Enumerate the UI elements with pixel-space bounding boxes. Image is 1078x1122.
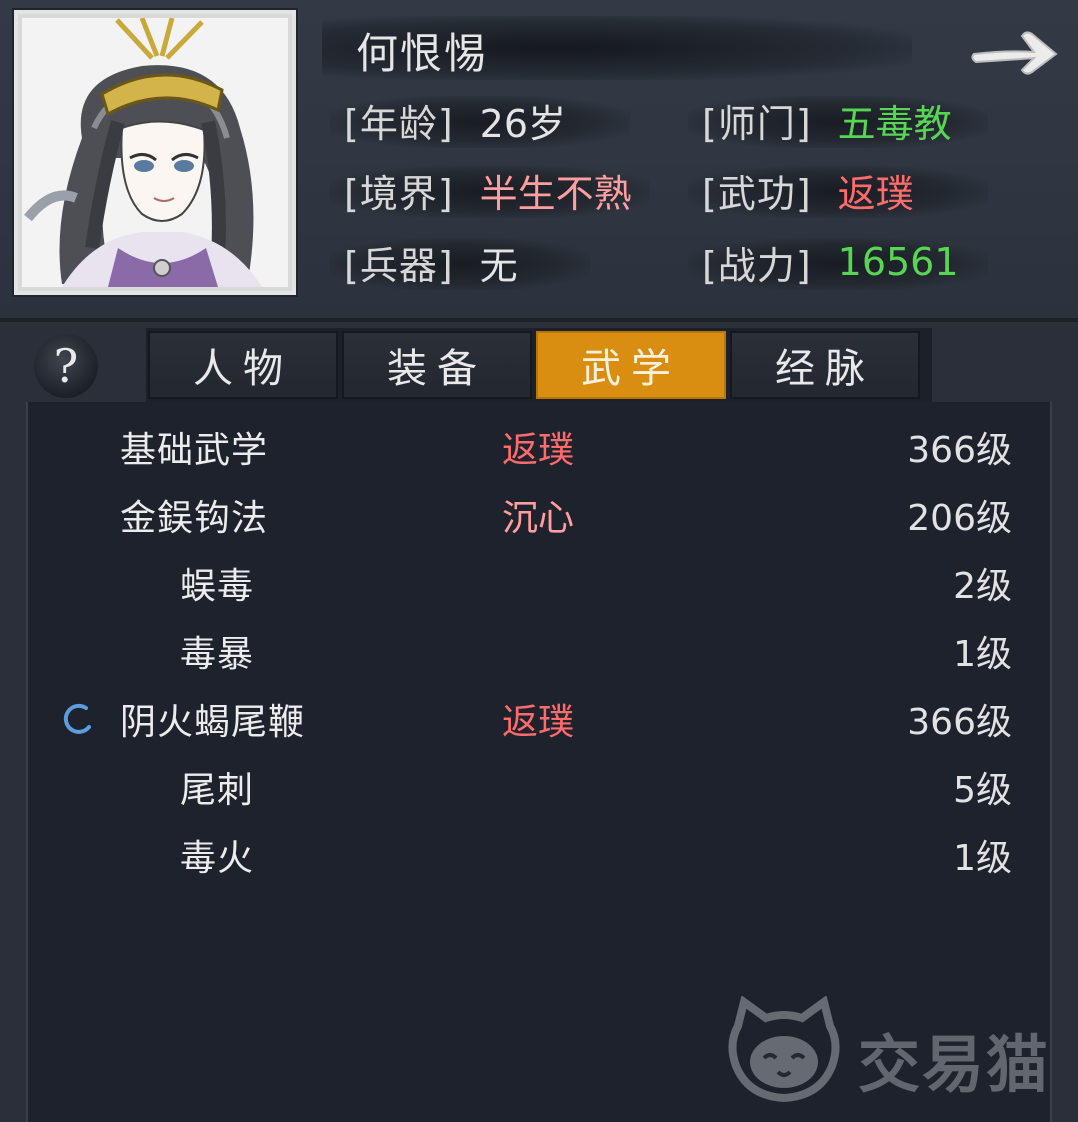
skill-name: 蜈毒 bbox=[180, 566, 255, 607]
skill-tag: 返璞 bbox=[502, 430, 575, 471]
watermark-text: 交易猫 bbox=[858, 1028, 1051, 1101]
attr-sect-value: 五毒教 bbox=[837, 101, 952, 146]
attr-sect: [师门] 五毒教 bbox=[688, 92, 988, 148]
sub-skill-row[interactable]: 毒暴 1级 bbox=[28, 618, 1050, 684]
skill-name: 尾刺 bbox=[180, 770, 255, 811]
attr-martial-art-value: 返璞 bbox=[837, 171, 914, 216]
attr-weapon: [兵器] 无 bbox=[330, 234, 590, 290]
skill-level: 1级 bbox=[953, 838, 1012, 879]
arrow-right-icon bbox=[971, 31, 1058, 75]
attr-martial-art-label: [武功] bbox=[702, 171, 812, 216]
skill-level: 366级 bbox=[907, 430, 1012, 471]
skill-tag: 沉心 bbox=[502, 498, 575, 539]
tab-equipment[interactable]: 装备 bbox=[342, 331, 532, 399]
tab-character[interactable]: 人物 bbox=[148, 331, 338, 399]
attr-age: [年龄] 26岁 bbox=[330, 92, 630, 148]
skill-row[interactable]: 基础武学 返璞 366级 bbox=[28, 414, 1050, 480]
attr-power-value: 16561 bbox=[837, 240, 959, 284]
attr-martial-art: [武功] 返璞 bbox=[688, 162, 988, 218]
tab-martial-arts[interactable]: 武学 bbox=[536, 331, 726, 399]
skill-level: 2级 bbox=[953, 566, 1012, 607]
skill-name: 金鋘钩法 bbox=[120, 498, 269, 539]
attr-realm-label: [境界] bbox=[344, 171, 454, 216]
skill-tag: 返璞 bbox=[502, 702, 575, 743]
portrait-frame bbox=[14, 10, 296, 295]
attr-power: [战力] 16561 bbox=[688, 234, 988, 290]
sub-skill-row[interactable]: 蜈毒 2级 bbox=[28, 550, 1050, 616]
attr-realm-value: 半生不熟 bbox=[479, 171, 632, 216]
cat-logo-icon bbox=[728, 996, 840, 1103]
skill-name: 毒火 bbox=[180, 838, 255, 879]
skill-row[interactable]: 金鋘钩法 沉心 206级 bbox=[28, 482, 1050, 548]
character-portrait bbox=[22, 18, 288, 287]
attr-power-label: [战力] bbox=[702, 243, 812, 288]
next-character-button[interactable] bbox=[968, 20, 1064, 84]
skill-name: 阴火蝎尾鞭 bbox=[120, 702, 306, 743]
attr-sect-label: [师门] bbox=[702, 101, 812, 146]
attr-weapon-value: 无 bbox=[479, 243, 518, 288]
sub-skill-row[interactable]: 毒火 1级 bbox=[28, 822, 1050, 888]
question-mark-icon: ? bbox=[53, 339, 79, 393]
skill-level: 206级 bbox=[907, 498, 1012, 539]
help-button[interactable]: ? bbox=[34, 334, 98, 398]
sub-skill-row[interactable]: 尾刺 5级 bbox=[28, 754, 1050, 820]
attr-age-value: 26岁 bbox=[479, 101, 567, 146]
tab-meridians[interactable]: 经脉 bbox=[730, 331, 920, 399]
equipped-spinner-icon bbox=[63, 703, 91, 734]
attr-realm: [境界] 半生不熟 bbox=[330, 162, 650, 218]
skill-name: 基础武学 bbox=[120, 430, 269, 471]
attr-age-label: [年龄] bbox=[344, 101, 454, 146]
character-name: 何恨惕 bbox=[356, 29, 489, 78]
skill-name: 毒暴 bbox=[180, 634, 255, 675]
skill-level: 366级 bbox=[907, 702, 1012, 743]
attr-weapon-label: [兵器] bbox=[344, 243, 454, 288]
tab-bar: 人物 装备 武学 经脉 bbox=[146, 328, 932, 402]
skill-row[interactable]: 阴火蝎尾鞭 返璞 366级 bbox=[28, 686, 1050, 752]
character-header: 何恨惕 [年龄] 26岁 [师门] 五毒教 [境界] 半生不熟 [武功] 返璞 … bbox=[0, 0, 1078, 322]
watermark: 交易猫 bbox=[724, 996, 1054, 1106]
skill-level: 1级 bbox=[953, 634, 1012, 675]
skill-level: 5级 bbox=[953, 770, 1012, 811]
